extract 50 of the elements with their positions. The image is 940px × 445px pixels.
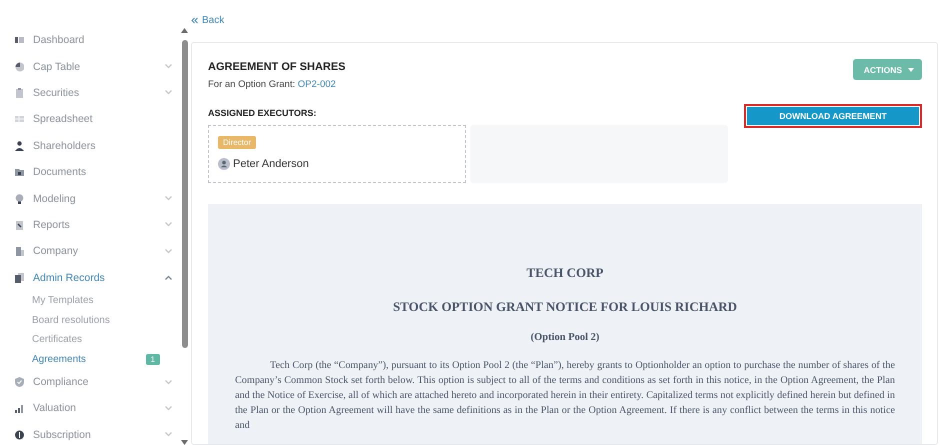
sidebar-item[interactable]: Admin Records — [0, 264, 180, 291]
sidebar-item[interactable]: Cap Table — [0, 53, 180, 80]
document-paragraph: Tech Corp (the “Company”), pursuant to its Option Pool 2 (the “Plan”), hereby grants to Optionholder an option to purchase the number of shares of the Company’s Common Stock set forth below. This option is subject to all of the terms and conditions as set forth in this notice, in the Option Agreement, the Plan and the Notice of Exercise, all of which are attached hereto and incorporated herein in their entirety. Capitalized terms not explicitly defined herein but defined in the Plan or the Option Agreement will have the same definitions as in the Plan or the Option Agreement. If there is any conflict between the terms in this notice and — [235, 359, 895, 433]
sidebar-item[interactable]: Securities — [0, 80, 180, 106]
section-label: ASSIGNED EXECUTORS: — [208, 108, 318, 120]
sidebar-item[interactable]: Spreadsheet — [0, 106, 180, 133]
dashboard-icon — [15, 35, 24, 46]
actions-button[interactable]: ACTIONS — [852, 59, 922, 80]
sidebar-subitem[interactable]: Board resolutions — [0, 310, 180, 330]
person-icon — [15, 140, 24, 151]
document-heading: STOCK OPTION GRANT NOTICE FOR LOUIS RICHARD — [392, 299, 738, 315]
sidebar-item[interactable]: Shareholders — [0, 132, 180, 159]
table-icon — [15, 114, 24, 124]
scroll-down-icon — [181, 440, 188, 445]
building-icon — [15, 246, 24, 256]
dollar-coin-icon — [15, 430, 24, 440]
sidebar-item[interactable]: Compliance — [0, 368, 180, 396]
document-subheading: (Option Pool 2) — [530, 332, 600, 343]
double-chevron-icon — [191, 16, 198, 24]
sidebar-item[interactable]: Modeling — [0, 185, 180, 212]
sidebar-subitem[interactable]: My Templates — [0, 290, 180, 310]
scrollbar-thumb[interactable] — [182, 40, 188, 348]
sidebar-item[interactable]: Company — [0, 238, 180, 265]
sidebar-item[interactable]: Dashboard — [0, 27, 180, 54]
subtitle: For an Option Grant: — [208, 79, 296, 90]
page-title: AGREEMENT OF SHARES — [208, 61, 346, 73]
sidebar-item[interactable]: Reports — [0, 212, 180, 238]
avatar-icon — [218, 158, 230, 170]
shield-icon — [15, 377, 24, 388]
sidebar-item[interactable]: Valuation — [0, 395, 180, 422]
download-button[interactable]: DOWNLOAD AGREEMENT — [744, 104, 922, 128]
documents-icon — [15, 272, 24, 283]
document-company: TECH CORP — [526, 265, 604, 281]
folder-icon — [15, 167, 24, 178]
sidebar-item[interactable]: Subscription — [0, 422, 180, 445]
role-tag: Director — [218, 136, 256, 149]
sidebar-subitem[interactable]: Certificates — [0, 330, 180, 350]
report-icon — [15, 220, 24, 230]
caret-icon — [908, 68, 914, 72]
back-link[interactable]: Back — [191, 14, 938, 26]
person-name: Peter Anderson — [233, 158, 309, 170]
pie-chart-icon — [15, 62, 24, 72]
sidebar-subitem[interactable]: Agreements 1 — [0, 349, 180, 369]
grant-link[interactable]: OP2-002 — [298, 79, 336, 90]
sidebar-item[interactable]: Documents — [0, 158, 180, 186]
count-badge: 1 — [146, 354, 160, 365]
chart-icon — [15, 403, 24, 414]
scroll-up-icon — [181, 28, 188, 33]
lightbulb-icon — [15, 194, 24, 204]
clipboard-icon — [15, 88, 24, 98]
